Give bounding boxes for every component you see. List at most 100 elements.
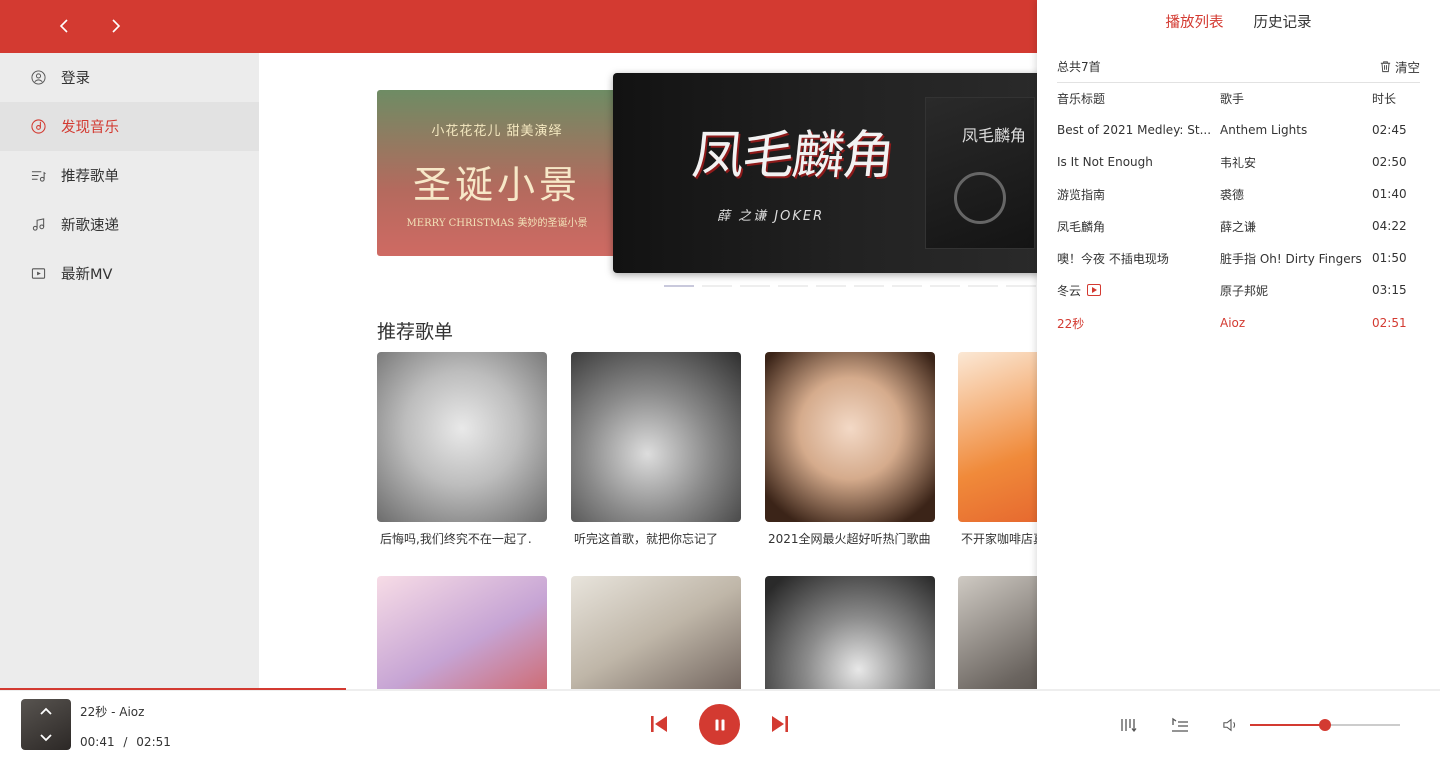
banner-subtitle: 薛 之谦 JOKER xyxy=(717,209,825,224)
banner-dot[interactable] xyxy=(968,285,998,287)
previous-button[interactable] xyxy=(648,713,670,735)
track-title-text: Is It Not Enough xyxy=(1057,155,1153,169)
volume-button[interactable] xyxy=(1221,716,1241,734)
time-separator: / xyxy=(123,735,128,749)
track-artist: Aioz xyxy=(1220,316,1246,330)
banner-title: 凤毛麟角 xyxy=(689,126,896,186)
clear-button[interactable]: 清空 xyxy=(1379,57,1420,76)
banner-dot[interactable] xyxy=(702,285,732,287)
total-time: 02:51 xyxy=(136,735,171,749)
table-row[interactable]: 凤毛麟角 薛之谦 04:22 xyxy=(1057,210,1420,242)
banner-album-cover: 凤毛麟角 xyxy=(925,97,1035,249)
track-duration: 04:22 xyxy=(1372,219,1407,233)
track-count: 总共7首 xyxy=(1057,60,1101,74)
volume-knob[interactable] xyxy=(1319,719,1331,731)
playback-time: 00:41 / 02:51 xyxy=(80,735,171,749)
track-title: 22秒 xyxy=(1057,315,1220,332)
column-header: 歌手 xyxy=(1220,91,1245,106)
music-disc-icon xyxy=(30,119,46,135)
table-row[interactable]: 噢！今夜 不插电现场 脏手指 Oh! Dirty Fingers 01:50 xyxy=(1057,242,1420,274)
playlist-card[interactable] xyxy=(377,576,547,689)
playlist-card[interactable] xyxy=(765,576,935,689)
user-icon xyxy=(30,70,46,86)
now-playing-cover[interactable] xyxy=(21,699,71,750)
volume-slider[interactable] xyxy=(1250,719,1400,731)
sidebar-item-label: 登录 xyxy=(61,71,90,87)
playlist-cover xyxy=(571,576,741,689)
playlist-card[interactable]: 后悔吗,我们终究不在一起了. xyxy=(377,352,547,547)
banner-dot[interactable] xyxy=(930,285,960,287)
table-row[interactable]: 冬云 原子邦妮 03:15 xyxy=(1057,274,1420,306)
playlist-name: 2021全网最火超好听热门歌曲 xyxy=(768,532,931,546)
track-artist: 原子邦妮 xyxy=(1220,283,1269,298)
banner-dot[interactable] xyxy=(816,285,846,287)
banner-christmas[interactable]: 小花花花儿 甜美演绎 圣诞小景 MERRY CHRISTMAS 美妙的圣诞小景 xyxy=(377,90,617,256)
sidebar-item-new-songs[interactable]: 新歌速递 xyxy=(0,200,259,249)
track-title: Best of 2021 Medley: St... xyxy=(1057,123,1220,137)
section-title: 推荐歌单 xyxy=(377,321,454,343)
playlist-card[interactable]: 2021全网最火超好听热门歌曲 xyxy=(765,352,935,547)
back-button[interactable] xyxy=(53,14,77,38)
playlist-toggle-button[interactable] xyxy=(1170,716,1190,734)
tab-play-queue[interactable]: 播放列表 xyxy=(1166,11,1224,32)
banner-dot[interactable] xyxy=(778,285,808,287)
sidebar-item-latest-mv[interactable]: 最新MV xyxy=(0,249,259,298)
music-note-icon xyxy=(30,217,46,233)
playlist-icon xyxy=(1172,717,1188,732)
playlist-card[interactable]: 听完这首歌，就把你忘记了 xyxy=(571,352,741,547)
sidebar-item-recommend-playlists[interactable]: 推荐歌单 xyxy=(0,151,259,200)
sidebar: 登录 发现音乐 推荐歌单 新歌速递 最新MV xyxy=(0,53,259,689)
tab-history[interactable]: 历史记录 xyxy=(1254,11,1312,32)
album-cover-ring xyxy=(954,172,1006,224)
chevron-up-icon xyxy=(40,707,52,715)
track-title: 冬云 xyxy=(1057,282,1220,299)
banner-dot[interactable] xyxy=(854,285,884,287)
track-title-text: 噢！今夜 不插电现场 xyxy=(1057,251,1169,266)
sidebar-item-label: 推荐歌单 xyxy=(61,169,119,185)
playlist-cover xyxy=(377,352,547,522)
track-title-text: 冬云 xyxy=(1057,283,1082,298)
track-title-text: 凤毛麟角 xyxy=(1057,219,1106,234)
banner-featured[interactable]: 凤毛麟角 薛 之谦 JOKER 凤毛麟角 xyxy=(613,73,1043,273)
playlist-panel: 播放列表 历史记录 总共7首 清空 音乐标题 歌手 时长 Best of 202… xyxy=(1037,0,1440,689)
track-title: Is It Not Enough xyxy=(1057,155,1220,169)
next-button[interactable] xyxy=(769,713,791,735)
track-title: 凤毛麟角 xyxy=(1057,218,1220,235)
table-row[interactable]: 游览指南 裘德 01:40 xyxy=(1057,178,1420,210)
track-duration: 01:50 xyxy=(1372,251,1407,265)
banner-pagination xyxy=(664,285,1036,287)
playlist-name: 后悔吗,我们终究不在一起了. xyxy=(380,532,532,546)
video-icon xyxy=(30,266,46,282)
column-header: 音乐标题 xyxy=(1057,91,1106,106)
playlist-name: 听完这首歌，就把你忘记了 xyxy=(574,532,719,546)
pause-icon xyxy=(715,719,724,730)
track-title-text: Best of 2021 Medley: St... xyxy=(1057,123,1212,137)
banner-dot[interactable] xyxy=(892,285,922,287)
banner-dot[interactable] xyxy=(740,285,770,287)
sidebar-item-label: 发现音乐 xyxy=(61,120,119,136)
banner-dot[interactable] xyxy=(664,285,694,287)
pause-button[interactable] xyxy=(699,704,740,745)
chevron-right-icon xyxy=(112,19,121,33)
sequential-order-icon xyxy=(1121,719,1137,733)
banner-dot[interactable] xyxy=(1006,285,1036,287)
progress-bar[interactable] xyxy=(0,688,1440,691)
table-row-playing[interactable]: 22秒 Aioz 02:51 xyxy=(1057,307,1420,339)
playlist-cover xyxy=(571,352,741,522)
track-duration: 01:40 xyxy=(1372,187,1407,201)
sidebar-item-discover-music[interactable]: 发现音乐 xyxy=(0,102,259,151)
table-row[interactable]: Is It Not Enough 韦礼安 02:50 xyxy=(1057,146,1420,178)
sidebar-item-login[interactable]: 登录 xyxy=(0,53,259,102)
track-artist: 韦礼安 xyxy=(1220,155,1257,170)
player-bar: 22秒 - Aioz 00:41 / 02:51 xyxy=(0,688,1440,757)
track-title-text: 游览指南 xyxy=(1057,187,1106,202)
sidebar-item-label: 新歌速递 xyxy=(61,218,119,234)
mv-icon[interactable] xyxy=(1087,284,1102,296)
playback-mode-button[interactable] xyxy=(1119,716,1139,734)
skip-previous-icon xyxy=(651,716,667,732)
track-artist: 裘德 xyxy=(1220,187,1245,202)
forward-button[interactable] xyxy=(103,14,127,38)
trash-icon xyxy=(1380,61,1391,73)
table-row[interactable]: Best of 2021 Medley: St... Anthem Lights… xyxy=(1057,114,1420,146)
playlist-card[interactable] xyxy=(571,576,741,689)
